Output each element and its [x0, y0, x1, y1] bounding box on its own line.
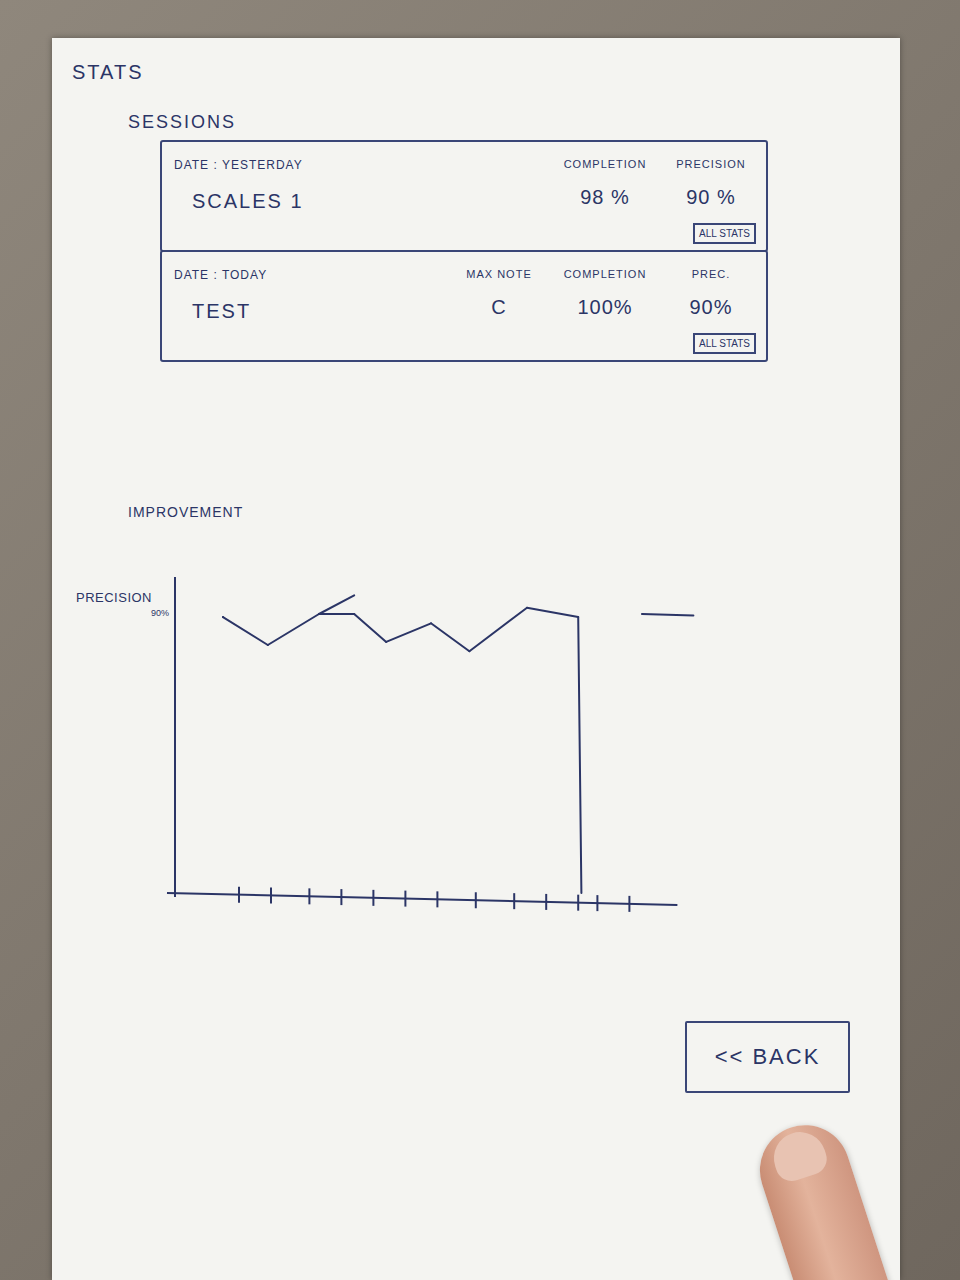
line-point	[222, 616, 224, 618]
x-tick	[308, 888, 310, 904]
stat: PREC. 90%	[666, 266, 756, 323]
stat-label: COMPLETION	[560, 156, 650, 173]
x-tick	[475, 892, 477, 908]
session-info: DATE : YESTERDAY SCALES 1	[174, 156, 560, 244]
stat-value: 100%	[560, 292, 650, 322]
line-segment	[469, 607, 527, 650]
finger	[748, 1113, 902, 1280]
line-chart: PRECISION 90%	[74, 571, 754, 921]
line-segment	[354, 614, 386, 642]
x-tick	[340, 889, 342, 905]
paper-sheet: STATS SESSIONS DATE : YESTERDAYSCALES 1C…	[52, 38, 900, 1280]
stat-value: 90 %	[666, 182, 756, 212]
session-stats: COMPLETION 98 % PRECISION 90 % ALL STATS	[560, 156, 756, 244]
line-segment	[319, 595, 354, 614]
session-name: SCALES 1	[192, 186, 560, 216]
stat: COMPLETION 98 %	[560, 156, 650, 213]
x-tick	[577, 894, 579, 910]
x-tick	[513, 893, 515, 909]
stat-value: 90%	[666, 292, 756, 322]
stat-value: 98 %	[560, 182, 650, 212]
back-button[interactable]: << BACK	[685, 1021, 850, 1093]
x-tick	[628, 895, 630, 911]
y-axis-label: PRECISION	[76, 590, 152, 605]
x-tick	[372, 889, 374, 905]
all-stats-button[interactable]: ALL STATS	[693, 333, 756, 354]
session-info: DATE : TODAY TEST	[174, 266, 454, 354]
line-segment	[527, 607, 578, 616]
stat-label: COMPLETION	[560, 266, 650, 283]
page-title: STATS	[72, 60, 900, 84]
x-tick	[238, 886, 240, 902]
all-stats-button[interactable]: ALL STATS	[693, 223, 756, 244]
back-row: << BACK	[72, 1021, 900, 1093]
stat: COMPLETION 100%	[560, 266, 650, 323]
x-tick	[270, 887, 272, 903]
line-segment	[319, 613, 354, 615]
line-segment	[431, 623, 469, 651]
session-date: DATE : TODAY	[174, 266, 454, 284]
stat-value: C	[454, 292, 544, 322]
x-tick	[545, 894, 547, 910]
line-segment	[642, 614, 693, 616]
session-card: DATE : TODAY TESTMAX NOTE C COMPLETION 100% P…	[160, 250, 768, 362]
stat: PRECISION 90 %	[666, 156, 756, 213]
improvement-heading: IMPROVEMENT	[128, 502, 900, 523]
line-segment	[578, 617, 581, 893]
line-segment	[223, 617, 268, 645]
stat-row: MAX NOTE C COMPLETION 100% PREC. 90%	[454, 266, 756, 323]
stat: MAX NOTE C	[454, 266, 544, 323]
session-stats: MAX NOTE C COMPLETION 100% PREC. 90% ALL STATS	[454, 266, 756, 354]
session-card: DATE : YESTERDAY SCALES 1COMPLETION 98 % PR…	[160, 140, 768, 252]
stat-label: MAX NOTE	[454, 266, 544, 283]
line-segment	[386, 623, 431, 642]
finger-nail	[767, 1125, 831, 1185]
sessions-heading: SESSIONS	[128, 112, 900, 134]
stat-label: PRECISION	[666, 156, 756, 173]
line-point	[641, 613, 643, 615]
x-axis	[167, 893, 677, 905]
x-tick	[436, 891, 438, 907]
precision-chart: PRECISION 90%	[74, 571, 900, 921]
line-point	[318, 613, 320, 615]
y-axis	[174, 577, 176, 897]
session-name: TEST	[192, 296, 454, 326]
line-segment	[268, 614, 319, 645]
stat-row: COMPLETION 98 % PRECISION 90 %	[560, 156, 756, 213]
session-list: DATE : YESTERDAYSCALES 1COMPLETION98 %PR…	[160, 140, 768, 362]
y-tick-label: 90%	[151, 608, 169, 618]
x-tick	[404, 890, 406, 906]
session-date: DATE : YESTERDAY	[174, 156, 560, 174]
x-tick	[596, 895, 598, 911]
stat-label: PREC.	[666, 266, 756, 283]
